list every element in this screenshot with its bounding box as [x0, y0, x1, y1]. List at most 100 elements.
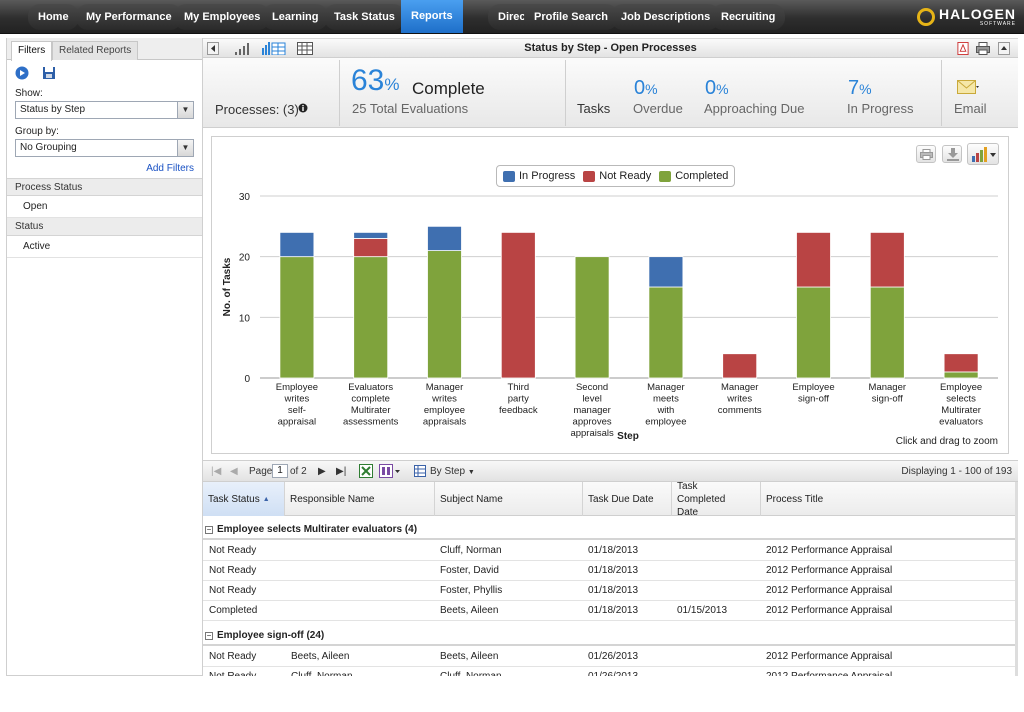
- status-value[interactable]: Active: [7, 236, 202, 258]
- bar-segment-in-progress[interactable]: [279, 232, 315, 258]
- table-row[interactable]: Completed Beets, Aileen 01/18/2013 01/15…: [203, 601, 1015, 621]
- add-filters-link[interactable]: Add Filters: [7, 157, 202, 178]
- columns-menu-icon[interactable]: [379, 464, 401, 478]
- group-header[interactable]: − Employee sign-off (24): [203, 626, 1015, 646]
- bar-segment-completed[interactable]: [279, 256, 315, 379]
- total-evaluations: 25 Total Evaluations: [352, 101, 469, 116]
- x-tick-label: appraisal: [278, 417, 317, 428]
- column-task-completed-date[interactable]: Task Completed Date: [672, 481, 761, 518]
- nav-my-employees[interactable]: My Employees: [174, 4, 271, 30]
- nav-task-status[interactable]: Task Status: [324, 4, 405, 30]
- collapse-group-icon[interactable]: −: [205, 526, 213, 534]
- cell-process-title: 2012 Performance Appraisal: [766, 565, 893, 576]
- table-row[interactable]: Not Ready Beets, Aileen Beets, Aileen 01…: [203, 647, 1015, 667]
- info-icon[interactable]: [298, 103, 308, 113]
- save-icon[interactable]: [42, 66, 56, 80]
- complete-percent: 63%: [351, 64, 400, 98]
- vertical-scrollbar[interactable]: [1015, 482, 1018, 676]
- pdf-export-icon[interactable]: [957, 42, 969, 55]
- x-tick-label: writes: [431, 394, 457, 405]
- table-row[interactable]: Not Ready Cluff, Norman 01/18/2013 2012 …: [203, 541, 1015, 561]
- page-bottom-cutoff: [0, 676, 1024, 712]
- nav-profile-search[interactable]: Profile Search: [524, 4, 618, 30]
- grid-toolbar: |◀ ◀ Page 1 of 2 ▶ ▶| By Step ▼ Displayi…: [203, 460, 1018, 482]
- bar-segment-completed[interactable]: [427, 250, 462, 379]
- x-tick-label: Multirater: [351, 405, 391, 416]
- table-row[interactable]: Not Ready Foster, Phyllis 01/18/2013 201…: [203, 581, 1015, 601]
- x-tick-label: Employee: [940, 382, 982, 393]
- page-label: Page: [249, 466, 273, 477]
- nav-my-performance[interactable]: My Performance: [76, 4, 182, 30]
- bar-segment-not-ready[interactable]: [943, 353, 979, 373]
- stacked-bar-chart[interactable]: 0102030No. of TasksEmployeewritesself-ap…: [212, 137, 1008, 453]
- tab-filters[interactable]: Filters: [11, 41, 53, 61]
- column-task-status[interactable]: Task Status ▲: [203, 482, 285, 516]
- logo-ring-icon: [917, 8, 935, 26]
- complete-pct-sign: %: [384, 75, 400, 94]
- bar-segment-in-progress[interactable]: [648, 256, 684, 288]
- group-by-select-value: No Grouping: [20, 142, 77, 153]
- bar-segment-in-progress[interactable]: [353, 232, 389, 239]
- email-label[interactable]: Email: [954, 101, 987, 116]
- bar-segment-completed[interactable]: [353, 256, 389, 379]
- nav-learning[interactable]: Learning: [262, 4, 329, 30]
- bar-segment-completed[interactable]: [796, 286, 831, 379]
- cell-task-status: Not Ready: [209, 585, 257, 596]
- group-title: Employee sign-off (24): [217, 630, 325, 641]
- bar-segment-not-ready[interactable]: [353, 238, 389, 258]
- column-process-title[interactable]: Process Title: [761, 482, 1015, 516]
- column-label: Task Status: [208, 493, 260, 505]
- last-page-icon[interactable]: ▶|: [336, 466, 346, 477]
- nav-reports[interactable]: Reports: [401, 0, 463, 33]
- collapse-group-icon[interactable]: −: [205, 632, 213, 640]
- in-progress-pct-sign: %: [859, 81, 872, 97]
- filters-tabs: Filters Related Reports: [7, 38, 202, 61]
- bar-segment-in-progress[interactable]: [427, 225, 462, 252]
- page-number-input[interactable]: 1: [272, 464, 288, 478]
- approaching-pct-sign: %: [716, 81, 729, 97]
- nav-home[interactable]: Home: [28, 4, 79, 30]
- table-row[interactable]: Not Ready Foster, David 01/18/2013 2012 …: [203, 561, 1015, 581]
- group-by-dropdown-label: By Step: [430, 466, 466, 477]
- x-tick-label: feedback: [499, 405, 538, 416]
- tab-related-reports[interactable]: Related Reports: [52, 41, 139, 60]
- bar-segment-completed[interactable]: [648, 286, 684, 379]
- email-icon[interactable]: [957, 80, 979, 96]
- cell-process-title: 2012 Performance Appraisal: [766, 545, 893, 556]
- next-page-icon[interactable]: ▶: [318, 466, 326, 477]
- bar-segment-not-ready[interactable]: [500, 232, 536, 379]
- column-task-due-date[interactable]: Task Due Date: [583, 482, 672, 516]
- bar-segment-completed[interactable]: [943, 371, 979, 379]
- x-tick-label: writes: [726, 394, 752, 405]
- first-page-icon[interactable]: |◀: [211, 466, 221, 477]
- chevron-down-icon: ▼: [177, 140, 193, 156]
- excel-export-icon[interactable]: [359, 464, 373, 478]
- bar-segment-not-ready[interactable]: [796, 232, 831, 288]
- bar-segment-not-ready[interactable]: [869, 232, 905, 288]
- sort-ascending-icon: ▲: [262, 495, 270, 503]
- process-status-value[interactable]: Open: [7, 196, 202, 218]
- summary-divider: [339, 60, 340, 126]
- nav-job-descriptions[interactable]: Job Descriptions: [611, 4, 721, 30]
- bar-segment-completed[interactable]: [869, 286, 905, 379]
- complete-pct-value: 63: [351, 64, 385, 97]
- tasks-label: Tasks: [577, 101, 611, 116]
- group-by-dropdown[interactable]: By Step ▼: [430, 466, 475, 477]
- cell-process-title: 2012 Performance Appraisal: [766, 585, 893, 596]
- x-tick-label: selects: [946, 394, 976, 405]
- prev-page-icon[interactable]: ◀: [230, 466, 238, 477]
- cell-task-due-date: 01/18/2013: [588, 545, 639, 556]
- print-icon[interactable]: [976, 42, 990, 55]
- bar-segment-not-ready[interactable]: [722, 353, 758, 379]
- group-by-select[interactable]: No Grouping ▼: [15, 139, 194, 157]
- column-responsible-name[interactable]: Responsible Name: [285, 482, 435, 516]
- x-tick-label: appraisals: [570, 428, 614, 439]
- bar-segment-completed[interactable]: [574, 256, 610, 379]
- show-select[interactable]: Status by Step ▼: [15, 101, 194, 119]
- y-tick-label: 0: [244, 374, 250, 385]
- nav-recruiting[interactable]: Recruiting: [711, 4, 786, 30]
- column-subject-name[interactable]: Subject Name: [435, 482, 583, 516]
- maximize-icon[interactable]: [998, 42, 1010, 55]
- group-header[interactable]: − Employee selects Multirater evaluators…: [203, 520, 1015, 540]
- run-report-icon[interactable]: [15, 66, 29, 80]
